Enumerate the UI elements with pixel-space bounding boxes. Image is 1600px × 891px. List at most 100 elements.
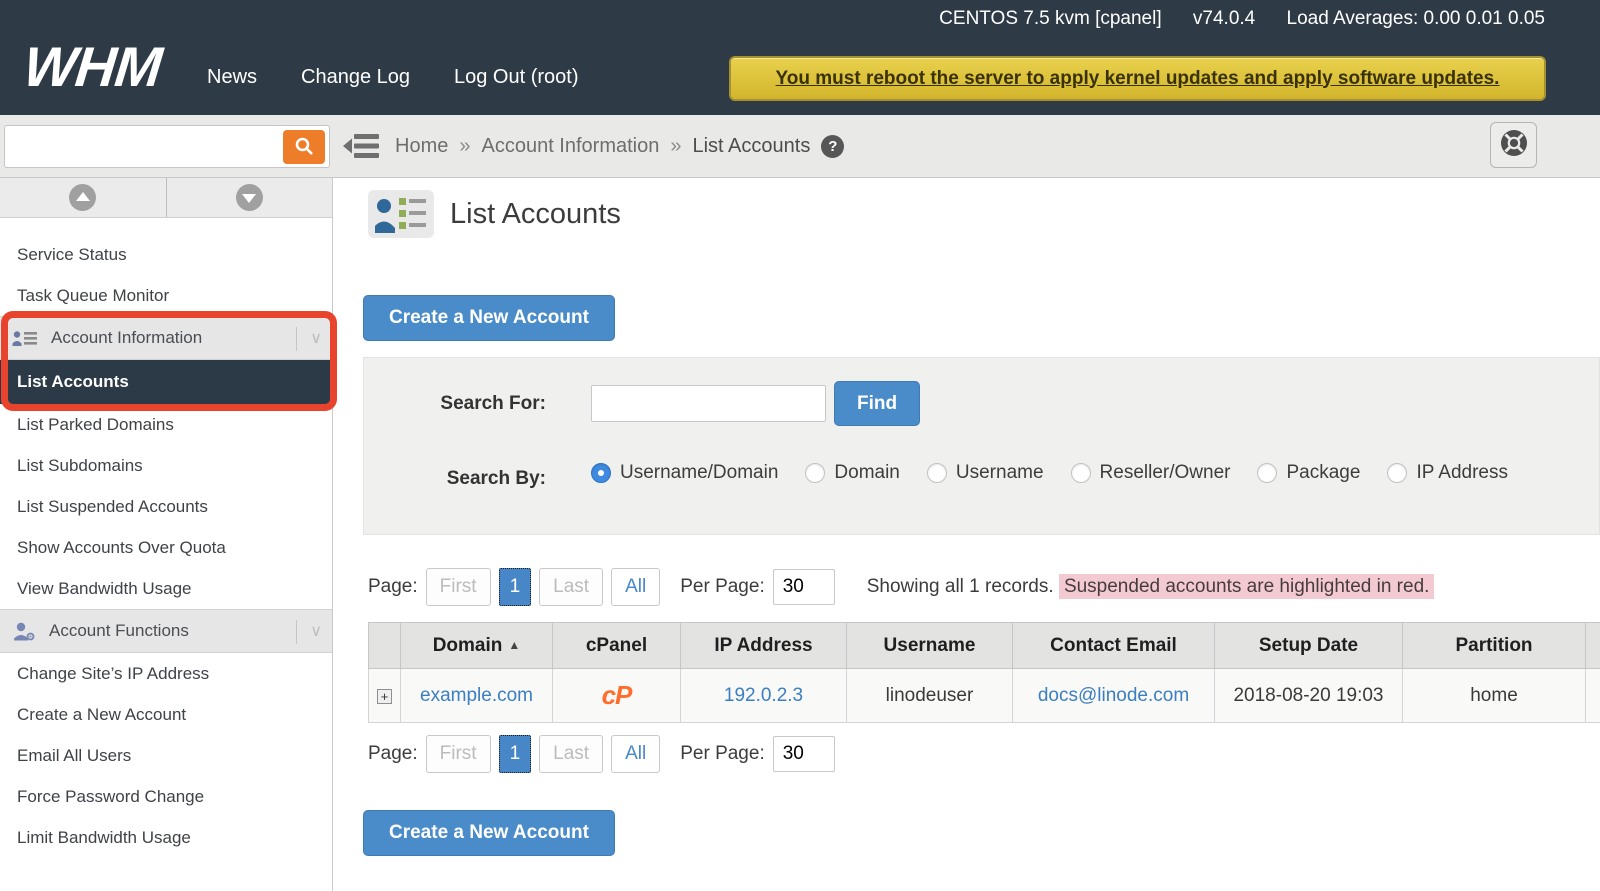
radio-package[interactable]: Package — [1257, 462, 1360, 484]
table-header-row: Domain▲ cPanel IP Address Username Conta… — [369, 623, 1600, 669]
arrow-down-icon — [236, 184, 263, 211]
breadcrumb: Home » Account Information » List Accoun… — [395, 115, 844, 177]
quick-search-button[interactable] — [283, 130, 325, 164]
radio-icon[interactable] — [1071, 463, 1091, 483]
radio-selected-icon[interactable] — [591, 463, 611, 483]
page-title: List Accounts — [450, 198, 621, 231]
table-row: + example.com cP 192.0.2.3 linodeuser do… — [369, 669, 1600, 723]
nav-change-log[interactable]: Change Log — [301, 66, 410, 89]
last-page-button[interactable]: Last — [539, 568, 603, 606]
support-button[interactable] — [1490, 122, 1537, 168]
sidebar-item-service-status[interactable]: Service Status — [0, 234, 332, 275]
sidebar-item-email-all-users[interactable]: Email All Users — [0, 735, 332, 776]
sidebar-item-force-password-change[interactable]: Force Password Change — [0, 776, 332, 817]
header-nav: News Change Log Log Out (root) — [207, 66, 579, 89]
first-page-button[interactable]: First — [426, 568, 491, 606]
sidebar-item-change-sites-ip-address[interactable]: Change Site’s IP Address — [0, 653, 332, 694]
whm-logo[interactable]: WHM — [21, 34, 165, 99]
nav-news[interactable]: News — [207, 66, 257, 89]
lifesaver-icon — [1499, 128, 1529, 163]
cpanel-cell: cP — [553, 669, 681, 723]
search-for-input[interactable] — [591, 385, 826, 422]
nav-log-out[interactable]: Log Out (root) — [454, 66, 579, 89]
sidebar-item-list-subdomains[interactable]: List Subdomains — [0, 445, 332, 486]
current-page-button[interactable]: 1 — [499, 735, 532, 773]
sidebar-item-create-a-new-account[interactable]: Create a New Account — [0, 694, 332, 735]
sidebar-item-list-accounts[interactable]: List Accounts — [0, 360, 332, 404]
radio-ip-address[interactable]: IP Address — [1387, 462, 1508, 484]
quick-search-input[interactable] — [11, 129, 279, 164]
all-pages-button[interactable]: All — [611, 735, 660, 773]
page-label: Page: — [368, 576, 418, 598]
radio-icon[interactable] — [1257, 463, 1277, 483]
all-pages-button[interactable]: All — [611, 568, 660, 606]
cpanel-logo-icon[interactable]: cP — [602, 680, 632, 710]
page-label: Page: — [368, 743, 418, 765]
pagination-bottom: Page: First 1 Last All Per Page: — [368, 735, 835, 773]
main-content: List Accounts Create a New Account Searc… — [334, 178, 1600, 891]
table-header-cpanel[interactable]: cPanel — [553, 623, 681, 669]
expand-cell: + — [369, 669, 401, 723]
last-page-button[interactable]: Last — [539, 735, 603, 773]
sidebar-section-account-information[interactable]: Account Information ∨ — [0, 316, 332, 360]
sidebar-item-limit-bandwidth-usage[interactable]: Limit Bandwidth Usage — [0, 817, 332, 858]
table-header-setup-date[interactable]: Setup Date — [1215, 623, 1403, 669]
reboot-alert-banner[interactable]: You must reboot the server to apply kern… — [729, 56, 1546, 101]
breadcrumb-separator: » — [670, 135, 681, 158]
ip-cell: 192.0.2.3 — [681, 669, 847, 723]
per-page-input[interactable] — [773, 736, 835, 772]
create-account-button-top[interactable]: Create a New Account — [363, 295, 615, 341]
account-search-panel: Search For: Find Search By: Username/Dom… — [363, 357, 1600, 535]
radio-icon[interactable] — [805, 463, 825, 483]
contact-email-link[interactable]: docs@linode.com — [1038, 685, 1189, 706]
table-header-username[interactable]: Username — [847, 623, 1013, 669]
account-functions-icon — [12, 622, 36, 641]
sidebar-scroll-up-button[interactable] — [0, 178, 167, 217]
create-account-button-bottom[interactable]: Create a New Account — [363, 810, 615, 856]
sidebar-scroll-down-button[interactable] — [167, 178, 333, 217]
whm-version: v74.0.4 — [1193, 8, 1255, 29]
sidebar-item-show-accounts-over-quota[interactable]: Show Accounts Over Quota — [0, 527, 332, 568]
table-header-expand — [369, 623, 401, 669]
current-page-button[interactable]: 1 — [499, 568, 532, 606]
per-page-input[interactable] — [773, 569, 835, 605]
domain-link[interactable]: example.com — [420, 685, 533, 706]
ip-address-link[interactable]: 192.0.2.3 — [724, 685, 803, 706]
per-page-label: Per Page: — [680, 743, 765, 765]
collapse-sidebar-icon[interactable] — [343, 132, 379, 165]
chevron-down-icon[interactable]: ∨ — [296, 327, 322, 351]
sidebar-item-list-suspended-accounts[interactable]: List Suspended Accounts — [0, 486, 332, 527]
email-cell: docs@linode.com — [1013, 669, 1215, 723]
radio-icon[interactable] — [927, 463, 947, 483]
list-accounts-icon — [368, 190, 434, 238]
per-page-label: Per Page: — [680, 576, 765, 598]
table-header-partition[interactable]: Partition — [1403, 623, 1586, 669]
extra-cell — [1586, 669, 1600, 723]
radio-username[interactable]: Username — [927, 462, 1044, 484]
sidebar-section-account-functions[interactable]: Account Functions ∨ — [0, 609, 332, 653]
radio-domain[interactable]: Domain — [805, 462, 899, 484]
table-header-contact-email[interactable]: Contact Email — [1013, 623, 1215, 669]
records-summary: Showing all 1 records. Suspended account… — [867, 576, 1435, 598]
system-info: CENTOS 7.5 kvm [cpanel] v74.0.4 Load Ave… — [913, 8, 1545, 30]
radio-reseller-owner[interactable]: Reseller/Owner — [1071, 462, 1231, 484]
find-button[interactable]: Find — [834, 381, 920, 426]
sidebar-item-task-queue-monitor[interactable]: Task Queue Monitor — [0, 275, 332, 316]
page-title-row: List Accounts — [368, 190, 621, 238]
sidebar-item-list-parked-domains[interactable]: List Parked Domains — [0, 404, 332, 445]
expand-row-button[interactable]: + — [377, 689, 392, 704]
radio-username-domain[interactable]: Username/Domain — [591, 462, 778, 484]
help-icon[interactable]: ? — [821, 135, 844, 158]
sidebar-item-view-bandwidth-usage[interactable]: View Bandwidth Usage — [0, 568, 332, 609]
search-for-label: Search For: — [364, 393, 546, 415]
breadcrumb-current-page: List Accounts — [692, 135, 810, 158]
arrow-up-icon — [69, 184, 96, 211]
radio-icon[interactable] — [1387, 463, 1407, 483]
table-header-domain[interactable]: Domain▲ — [401, 623, 553, 669]
table-header-ip-address[interactable]: IP Address — [681, 623, 847, 669]
breadcrumb-account-information[interactable]: Account Information — [481, 135, 659, 158]
app-header: CENTOS 7.5 kvm [cpanel] v74.0.4 Load Ave… — [0, 0, 1600, 115]
chevron-down-icon[interactable]: ∨ — [296, 620, 322, 644]
breadcrumb-home[interactable]: Home — [395, 135, 448, 158]
first-page-button[interactable]: First — [426, 735, 491, 773]
